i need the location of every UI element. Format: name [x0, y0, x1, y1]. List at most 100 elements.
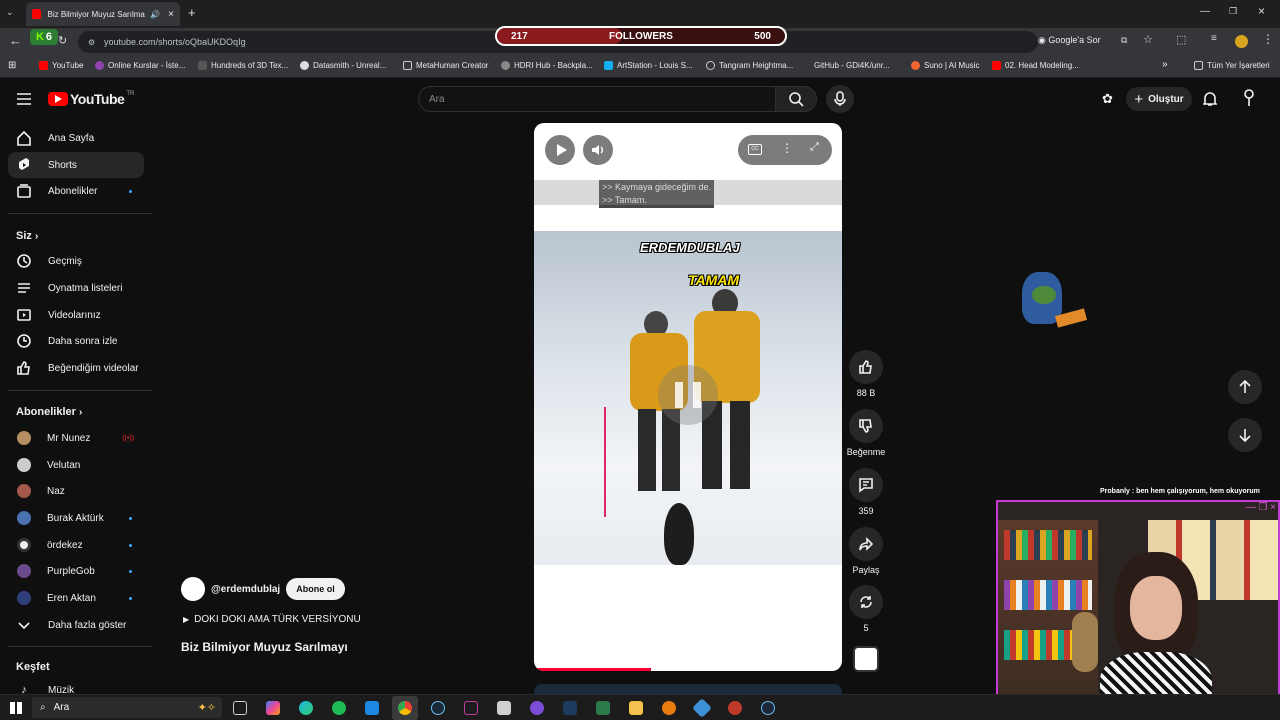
back-button[interactable]: ← [9, 33, 22, 48]
all-bookmarks-button[interactable]: Tüm Yer İşaretleri [1194, 61, 1270, 70]
you-section-title[interactable]: Siz › [16, 230, 38, 242]
browser-menu-icon[interactable]: ⋮ [1262, 32, 1274, 46]
share-button[interactable]: Paylaş [846, 527, 886, 575]
app-icon[interactable] [497, 701, 511, 715]
app-icon[interactable] [692, 698, 712, 718]
tab-search-button[interactable]: ⌄ [6, 7, 20, 21]
cast-icon[interactable]: ⧉ [1121, 35, 1127, 46]
fullscreen-icon[interactable]: ⤢ [810, 141, 819, 154]
subscription-channel[interactable]: Burak Aktürk [8, 505, 144, 531]
blender-icon[interactable] [662, 701, 676, 715]
app-icon[interactable] [563, 701, 577, 715]
edge-icon[interactable] [299, 701, 313, 715]
file-explorer-icon[interactable] [629, 701, 643, 715]
notifications-bell-icon[interactable] [1202, 91, 1218, 112]
app-icon[interactable] [761, 701, 775, 715]
captions-icon[interactable]: CC [748, 144, 762, 155]
video-progress-bar[interactable] [534, 668, 652, 671]
subscription-channel[interactable]: Eren Aktan [8, 585, 144, 611]
new-tab-button[interactable]: + [188, 5, 196, 20]
sidebar-item-playlists[interactable]: Oynatma listeleri [8, 275, 144, 301]
subscription-channel[interactable]: Mr Nunez ((•)) [8, 425, 144, 451]
sidebar-item-watch-later[interactable]: Daha sonra izle [8, 328, 144, 354]
extension-badge[interactable]: K 6 [30, 29, 58, 45]
bookmark-item[interactable]: Tangram Heightma... [706, 61, 793, 70]
channel-avatar[interactable] [181, 577, 205, 601]
comments-button[interactable]: 359 [846, 468, 886, 516]
volume-button[interactable] [583, 135, 613, 165]
bookmark-item[interactable]: Datasmith - Unreal... [300, 61, 386, 70]
shorts-player[interactable]: CC ⋮ ⤢ >> Kaymaya gideceğim de. >> Tamam… [534, 123, 842, 671]
chrome-icon[interactable] [398, 701, 412, 715]
play-button[interactable] [545, 135, 575, 165]
bookmark-item[interactable]: Online Kurslar - İste... [95, 61, 185, 70]
hamburger-menu-icon[interactable] [16, 92, 32, 106]
spotify-icon[interactable] [332, 701, 346, 715]
studio-icon[interactable]: ✿ [1102, 91, 1113, 107]
sidebar-item-history[interactable]: Geçmiş [8, 248, 144, 274]
sidebar-item-liked-videos[interactable]: Beğendiğim videolar [8, 355, 144, 381]
app-icon[interactable] [464, 701, 478, 715]
next-short-preview[interactable] [534, 684, 842, 694]
account-avatar[interactable] [1242, 89, 1256, 107]
like-button[interactable]: 88 B [846, 350, 886, 398]
comment-count: 359 [858, 506, 874, 516]
minimize-button[interactable]: — [1200, 6, 1210, 17]
bookmark-item[interactable]: ArtStation - Louis S... [604, 61, 693, 70]
next-short-button[interactable] [1228, 418, 1262, 452]
bookmark-item[interactable]: HDRI Hub - Backpla... [501, 61, 593, 70]
subscription-channel[interactable]: Naz [8, 478, 144, 504]
sound-info[interactable]: ▶ DOKI DOKI AMA TÜRK VERSİYONU [183, 614, 361, 625]
steam-icon[interactable] [431, 701, 445, 715]
close-window-button[interactable]: × [1258, 4, 1265, 18]
sidebar-item-subscriptions[interactable]: Abonelikler [8, 178, 144, 204]
app-icon[interactable] [530, 701, 544, 715]
taskbar-search[interactable]: ⌕ Ara ✦✧ [32, 697, 222, 718]
bookmark-item[interactable]: Suno | AI Music [911, 61, 979, 70]
show-more-button[interactable]: Daha fazla göster [8, 612, 144, 638]
create-button[interactable]: + Oluştur [1126, 87, 1192, 111]
site-info-icon[interactable]: ⚙ [88, 38, 95, 47]
tab-close-icon[interactable]: × [168, 9, 174, 20]
task-view-icon[interactable] [233, 701, 247, 715]
more-options-icon[interactable]: ⋮ [781, 141, 793, 155]
app-icon[interactable] [596, 701, 610, 715]
mail-icon[interactable] [365, 701, 379, 715]
sidebar-item-home[interactable]: Ana Sayfa [8, 125, 144, 151]
reload-icon[interactable]: ↻ [58, 34, 67, 47]
remix-button[interactable]: 5 [846, 585, 886, 633]
voice-search-button[interactable] [826, 85, 854, 113]
bookmark-item[interactable]: YouTube [39, 61, 83, 70]
youtube-logo[interactable]: YouTube TR [48, 91, 134, 107]
previous-short-button[interactable] [1228, 370, 1262, 404]
sidebar-item-your-videos[interactable]: Videolarınız [8, 302, 144, 328]
restore-button[interactable]: ❐ [1229, 6, 1237, 17]
subscription-channel[interactable]: PurpleGob [8, 558, 144, 584]
bookmark-item[interactable]: GitHub - GDi4K/unr... [810, 61, 890, 70]
sidebar-item-shorts[interactable]: Shorts [8, 152, 144, 178]
apps-icon[interactable]: ⊞ [8, 60, 16, 71]
dislike-button[interactable]: Beğenme [846, 409, 886, 457]
bookmark-item[interactable]: 02. Head Modeling... [992, 61, 1079, 70]
copilot-icon[interactable] [266, 701, 280, 715]
extensions-icon[interactable]: ⬚ [1176, 33, 1186, 46]
bookmark-item[interactable]: Hundreds of 3D Tex... [198, 61, 288, 70]
bookmark-item[interactable]: MetaHuman Creator [403, 61, 488, 70]
subscription-channel[interactable]: ördekez [8, 532, 144, 558]
app-icon[interactable] [728, 701, 742, 715]
subscriptions-section-title[interactable]: Abonelikler › [16, 406, 82, 418]
search-input[interactable]: Ara [418, 86, 776, 112]
windows-start-icon[interactable] [10, 702, 22, 714]
channel-handle[interactable]: @erdemdublaj [211, 584, 280, 595]
profile-avatar[interactable] [1235, 35, 1248, 48]
subscribe-button[interactable]: Abone ol [286, 578, 345, 600]
search-button[interactable] [775, 86, 817, 112]
webcam-window-controls[interactable]: — ❐ × [1246, 502, 1276, 513]
google-ask-button[interactable]: ◉ Google'a Sor [1038, 35, 1101, 46]
more-bookmarks-icon[interactable]: » [1162, 59, 1168, 70]
browser-tab[interactable]: Biz Bilmiyor Muyuz Sarılma 🔊 × [26, 2, 180, 26]
media-controls-icon[interactable]: ≡ [1211, 33, 1217, 44]
bookmark-star-icon[interactable]: ☆ [1143, 33, 1153, 46]
sound-thumbnail[interactable] [853, 646, 879, 672]
subscription-channel[interactable]: Velutan [8, 452, 144, 478]
